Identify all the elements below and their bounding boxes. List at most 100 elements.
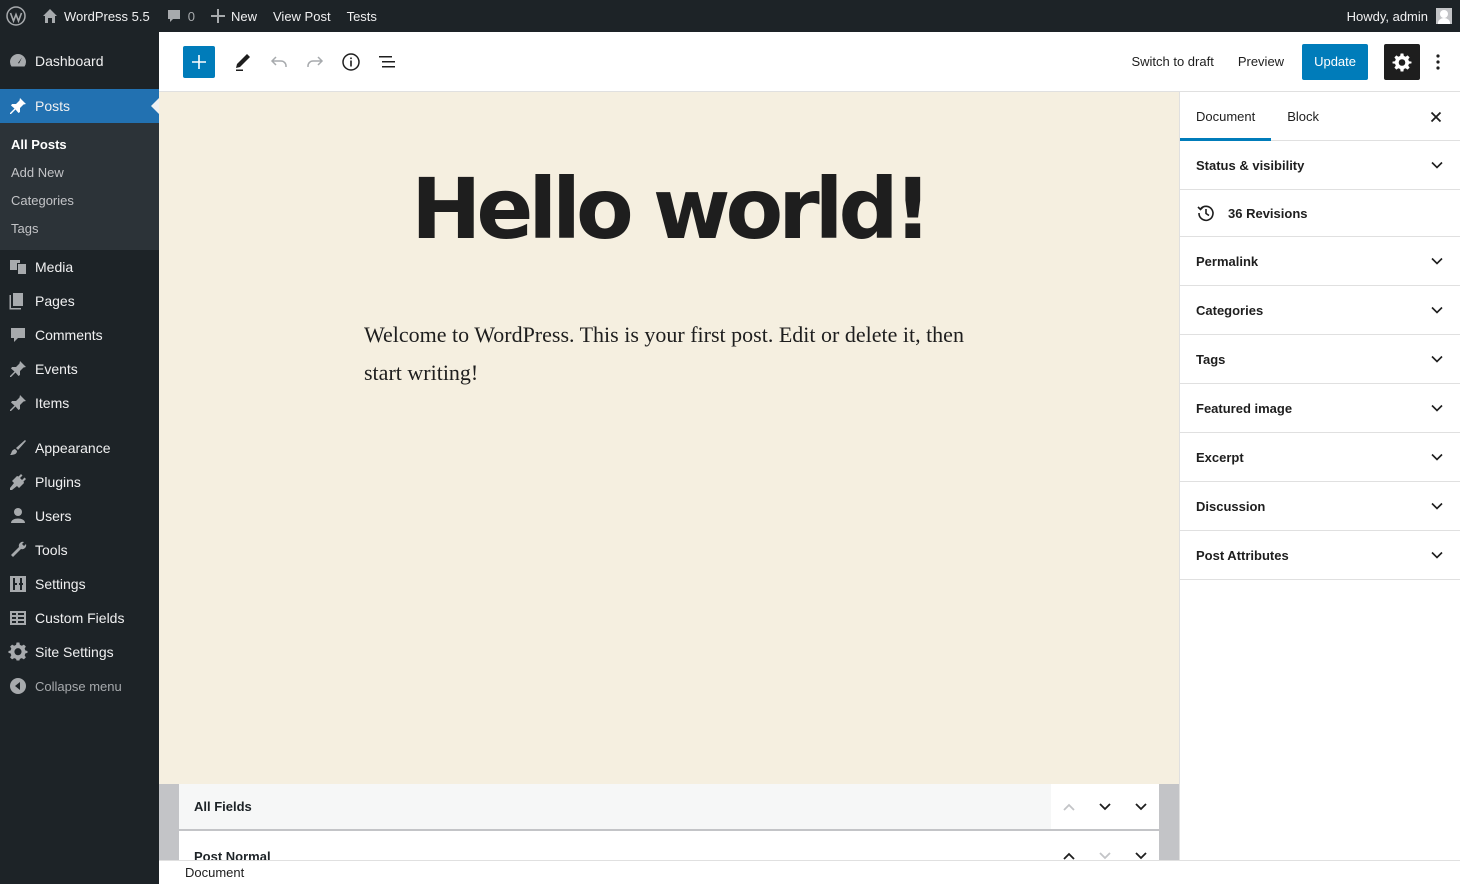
redo-icon	[305, 52, 325, 72]
close-icon	[1430, 111, 1442, 123]
panel-categories[interactable]: Categories	[1180, 286, 1460, 335]
sidebar-item-label: Dashboard	[35, 53, 104, 69]
panel-discussion[interactable]: Discussion	[1180, 482, 1460, 531]
site-name-link[interactable]: WordPress 5.5	[34, 0, 158, 32]
more-options-button[interactable]	[1420, 44, 1456, 80]
user-icon	[8, 506, 28, 526]
meta-box-post-normal[interactable]: Post Normal	[179, 831, 1159, 860]
revisions-label: 36 Revisions	[1228, 205, 1308, 221]
toggle-panel-button[interactable]	[1123, 838, 1159, 860]
table-icon	[8, 608, 28, 628]
sidebar-item-label: Settings	[35, 576, 86, 592]
sidebar-item-plugins[interactable]: Plugins	[0, 465, 159, 499]
comments-link[interactable]: 0	[158, 0, 203, 32]
panel-title: Permalink	[1196, 253, 1259, 269]
close-settings-button[interactable]	[1424, 105, 1448, 129]
view-post-label: View Post	[273, 8, 331, 24]
pages-icon	[8, 291, 28, 311]
account-menu[interactable]: Howdy, admin	[1347, 8, 1460, 24]
toggle-panel-button[interactable]	[1123, 789, 1159, 825]
panel-post-attributes[interactable]: Post Attributes	[1180, 531, 1460, 580]
meta-box-controls	[1051, 784, 1159, 829]
panel-permalink[interactable]: Permalink	[1180, 237, 1460, 286]
block-breadcrumb-footer: Document	[159, 860, 1460, 884]
revisions-link[interactable]: 36 Revisions	[1180, 190, 1460, 237]
sidebar-item-label: Custom Fields	[35, 610, 125, 626]
plugin-icon	[8, 472, 28, 492]
tab-block[interactable]: Block	[1271, 92, 1335, 140]
pin-icon	[8, 359, 28, 379]
update-button[interactable]: Update	[1302, 43, 1368, 80]
list-view-icon	[377, 52, 397, 72]
sidebar-item-media[interactable]: Media	[0, 250, 159, 284]
sidebar-item-custom-fields[interactable]: Custom Fields	[0, 601, 159, 635]
submenu-all-posts[interactable]: All Posts	[0, 130, 159, 158]
outline-button[interactable]	[369, 44, 405, 80]
sidebar-item-pages[interactable]: Pages	[0, 284, 159, 318]
submenu-tags[interactable]: Tags	[0, 214, 159, 242]
details-button[interactable]	[333, 44, 369, 80]
tools-button[interactable]	[225, 44, 261, 80]
panel-tags[interactable]: Tags	[1180, 335, 1460, 384]
pin-icon	[8, 393, 28, 413]
chevron-down-icon	[1430, 401, 1444, 415]
collapse-label: Collapse menu	[35, 678, 122, 694]
plus-icon	[210, 9, 225, 23]
menu-separator	[0, 420, 159, 431]
paragraph-block[interactable]: Welcome to WordPress. This is your first…	[364, 316, 974, 392]
sidebar-item-items[interactable]: Items	[0, 386, 159, 420]
breadcrumb-document[interactable]: Document	[185, 865, 244, 880]
chevron-down-icon	[1098, 849, 1112, 860]
move-up-button[interactable]	[1051, 789, 1087, 825]
editor-canvas[interactable]: Hello world! Welcome to WordPress. This …	[159, 92, 1179, 784]
collapse-menu-button[interactable]: Collapse menu	[0, 669, 159, 703]
redo-button[interactable]	[297, 44, 333, 80]
admin-bar: WordPress 5.5 0 New View Post Tests Howd…	[0, 0, 1460, 32]
settings-toggle-button[interactable]	[1384, 43, 1420, 80]
panel-featured-image[interactable]: Featured image	[1180, 384, 1460, 433]
sidebar-item-events[interactable]: Events	[0, 352, 159, 386]
sidebar-item-dashboard[interactable]: Dashboard	[0, 44, 159, 78]
sidebar-item-users[interactable]: Users	[0, 499, 159, 533]
media-icon	[8, 257, 28, 277]
undo-button[interactable]	[261, 44, 297, 80]
settings-icon	[8, 574, 28, 594]
submenu-categories[interactable]: Categories	[0, 186, 159, 214]
move-up-button[interactable]	[1051, 838, 1087, 860]
sidebar-item-label: Comments	[35, 327, 103, 343]
move-down-button[interactable]	[1087, 838, 1123, 860]
meta-box-title: Post Normal	[194, 849, 271, 860]
meta-boxes-area: All Fields Post Normal	[159, 784, 1179, 860]
view-post-link[interactable]: View Post	[265, 0, 339, 32]
caret-down-icon	[1134, 849, 1148, 860]
sidebar-item-label: Plugins	[35, 474, 81, 490]
sidebar-item-site-settings[interactable]: Site Settings	[0, 635, 159, 669]
history-icon	[1196, 203, 1216, 223]
preview-button[interactable]: Preview	[1226, 44, 1296, 80]
chevron-down-icon	[1430, 548, 1444, 562]
sidebar-item-comments[interactable]: Comments	[0, 318, 159, 352]
panel-status-visibility[interactable]: Status & visibility	[1180, 141, 1460, 190]
tab-document[interactable]: Document	[1180, 92, 1272, 141]
block-inserter-button[interactable]	[183, 45, 215, 78]
tests-link[interactable]: Tests	[339, 0, 385, 32]
meta-box-controls	[1051, 831, 1159, 860]
post-title[interactable]: Hello world!	[159, 160, 1179, 258]
sidebar-item-label: Tools	[35, 542, 68, 558]
panel-excerpt[interactable]: Excerpt	[1180, 433, 1460, 482]
info-icon	[341, 52, 361, 72]
sidebar-item-appearance[interactable]: Appearance	[0, 431, 159, 465]
new-content-link[interactable]: New	[203, 0, 265, 32]
pencil-icon	[233, 52, 253, 72]
sidebar-item-tools[interactable]: Tools	[0, 533, 159, 567]
chevron-down-icon	[1430, 254, 1444, 268]
move-down-button[interactable]	[1087, 789, 1123, 825]
sidebar-item-settings[interactable]: Settings	[0, 567, 159, 601]
panel-title: Featured image	[1196, 400, 1293, 416]
switch-to-draft-button[interactable]: Switch to draft	[1119, 44, 1225, 80]
wordpress-logo-icon[interactable]	[0, 0, 34, 32]
sidebar-item-posts[interactable]: Posts	[0, 89, 159, 123]
meta-box-all-fields[interactable]: All Fields	[179, 784, 1159, 830]
panel-title: Discussion	[1196, 498, 1266, 514]
submenu-add-new[interactable]: Add New	[0, 158, 159, 186]
